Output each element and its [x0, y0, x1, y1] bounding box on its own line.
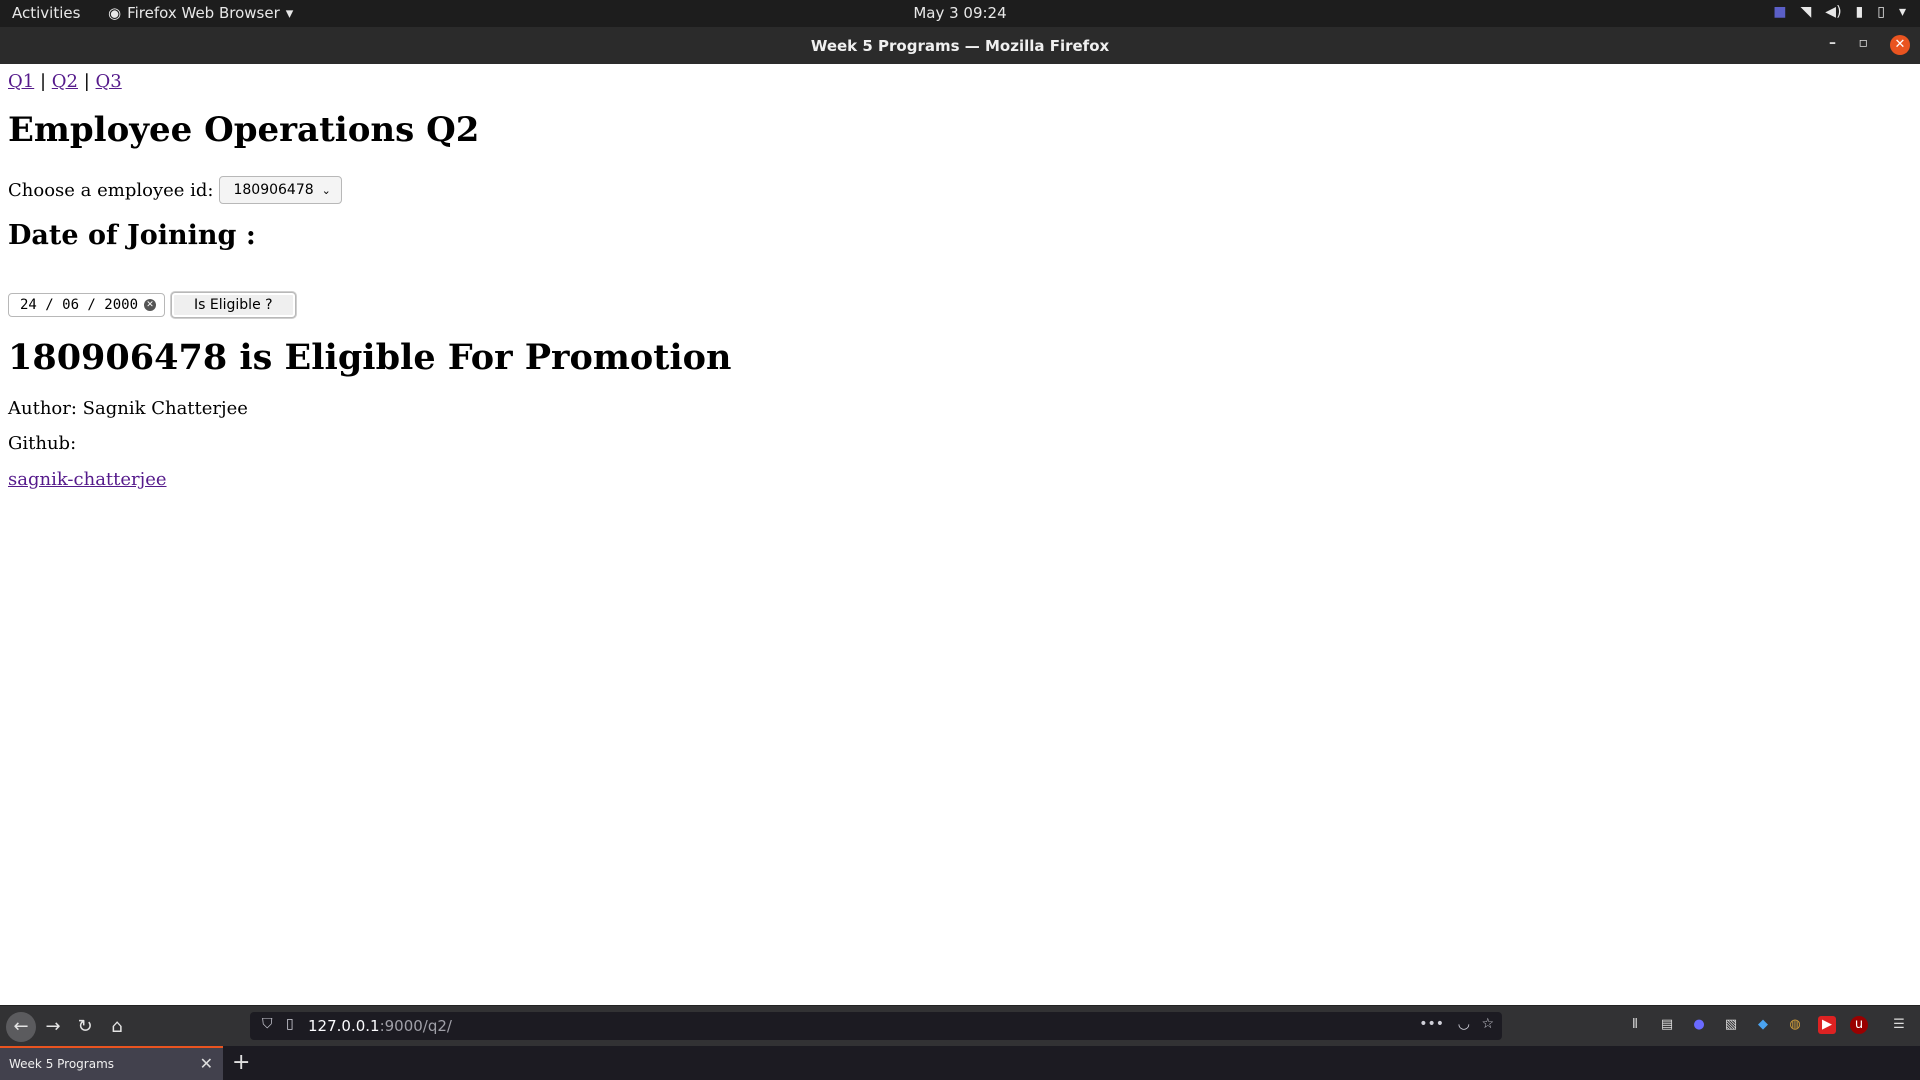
- url-host: 127.0.0.1: [308, 1017, 380, 1035]
- clock[interactable]: May 3 09:24: [0, 4, 1920, 22]
- date-of-joining-heading: Date of Joining :: [8, 220, 256, 251]
- github-label: Github:: [8, 433, 77, 454]
- author-line: Author: Sagnik Chatterjee: [8, 398, 248, 419]
- tab-strip: Week 5 Programs ✕ +: [0, 1046, 1920, 1080]
- chevron-down-icon: ▾: [1898, 4, 1906, 20]
- tab-label: Week 5 Programs: [9, 1057, 115, 1071]
- microphone-icon: ▮: [1855, 4, 1864, 20]
- window-title: Week 5 Programs — Mozilla Firefox: [810, 37, 1110, 55]
- nav-link-q2[interactable]: Q2: [52, 71, 78, 92]
- restore-icon[interactable]: ▫: [1859, 35, 1869, 51]
- nav-separator: |: [39, 71, 47, 92]
- date-row: 24 / 06 / 2000 ✕ Is Eligible ?: [8, 292, 296, 318]
- page-icon: ▯: [286, 1016, 294, 1032]
- library-icon[interactable]: ⫴: [1626, 1016, 1644, 1034]
- employee-id-select[interactable]: 180906478 ⌄: [219, 176, 342, 204]
- employee-id-value: 180906478: [233, 182, 314, 198]
- new-tab-button[interactable]: +: [232, 1050, 250, 1075]
- forward-button[interactable]: →: [42, 1016, 64, 1038]
- eligibility-result: 180906478 is Eligible For Promotion: [8, 337, 732, 378]
- pocket-icon[interactable]: ◡: [1458, 1016, 1470, 1032]
- extension-icon[interactable]: ◆: [1754, 1016, 1772, 1034]
- volume-icon: ◀): [1825, 4, 1842, 20]
- extension-icon[interactable]: ◍: [1786, 1016, 1804, 1034]
- ublock-icon[interactable]: u: [1850, 1016, 1868, 1034]
- menu-icon[interactable]: ☰: [1890, 1016, 1908, 1034]
- bookmark-star-icon[interactable]: ☆: [1481, 1016, 1494, 1032]
- address-bar[interactable]: ⛉ ▯ 127.0.0.1:9000/q2/ ••• ◡ ☆: [250, 1012, 1502, 1040]
- extension-icon[interactable]: ●: [1690, 1016, 1708, 1034]
- employee-select-label: Choose a employee id:: [8, 179, 214, 201]
- close-window-button[interactable]: ✕: [1890, 35, 1910, 55]
- nav-link-q3[interactable]: Q3: [96, 71, 122, 92]
- page-title: Employee Operations Q2: [8, 110, 480, 150]
- question-nav: Q1 | Q2 | Q3: [8, 71, 122, 92]
- tab-week5-programs[interactable]: Week 5 Programs ✕: [0, 1046, 223, 1080]
- url-text: 127.0.0.1:9000/q2/: [308, 1017, 452, 1035]
- nav-link-q1[interactable]: Q1: [8, 71, 34, 92]
- shield-icon[interactable]: ⛉: [262, 1016, 273, 1032]
- url-path: :9000/q2/: [379, 1017, 452, 1035]
- teams-icon: ■: [1773, 4, 1787, 20]
- is-eligible-button[interactable]: Is Eligible ?: [171, 292, 296, 318]
- system-top-bar: Activities ◉ Firefox Web Browser ▾ May 3…: [0, 0, 1920, 27]
- date-value: 24 / 06 / 2000: [20, 297, 139, 313]
- back-button[interactable]: ←: [6, 1012, 36, 1042]
- chevron-down-icon: ⌄: [321, 183, 331, 197]
- battery-icon: ▯: [1877, 4, 1885, 20]
- nav-separator: |: [83, 71, 90, 92]
- extension-icon[interactable]: ▧: [1722, 1016, 1740, 1034]
- reload-button[interactable]: ↻: [74, 1016, 96, 1038]
- sidebar-icon[interactable]: ▤: [1658, 1016, 1676, 1034]
- home-button[interactable]: ⌂: [106, 1016, 128, 1038]
- system-tray[interactable]: ■ ◥ ◀) ▮ ▯ ▾: [1773, 4, 1906, 20]
- employee-select-row: Choose a employee id: 180906478 ⌄: [8, 176, 342, 204]
- page-content: Q1 | Q2 | Q3 Employee Operations Q2 Choo…: [0, 64, 1920, 1005]
- clear-date-icon[interactable]: ✕: [144, 299, 157, 311]
- close-tab-icon[interactable]: ✕: [200, 1054, 213, 1073]
- browser-toolbar: ← → ↻ ⌂ ⛉ ▯ 127.0.0.1:9000/q2/ ••• ◡ ☆ ⫴…: [0, 1005, 1920, 1047]
- minimize-icon[interactable]: –: [1829, 35, 1836, 51]
- github-link[interactable]: sagnik-chatterjee: [8, 469, 167, 490]
- date-of-joining-input[interactable]: 24 / 06 / 2000 ✕: [8, 293, 166, 317]
- window-title-bar: Week 5 Programs — Mozilla Firefox – ▫ ✕: [0, 27, 1920, 64]
- wifi-icon: ◥: [1800, 4, 1812, 20]
- extension-icon[interactable]: ▶: [1818, 1016, 1836, 1034]
- more-actions-icon[interactable]: •••: [1419, 1016, 1444, 1032]
